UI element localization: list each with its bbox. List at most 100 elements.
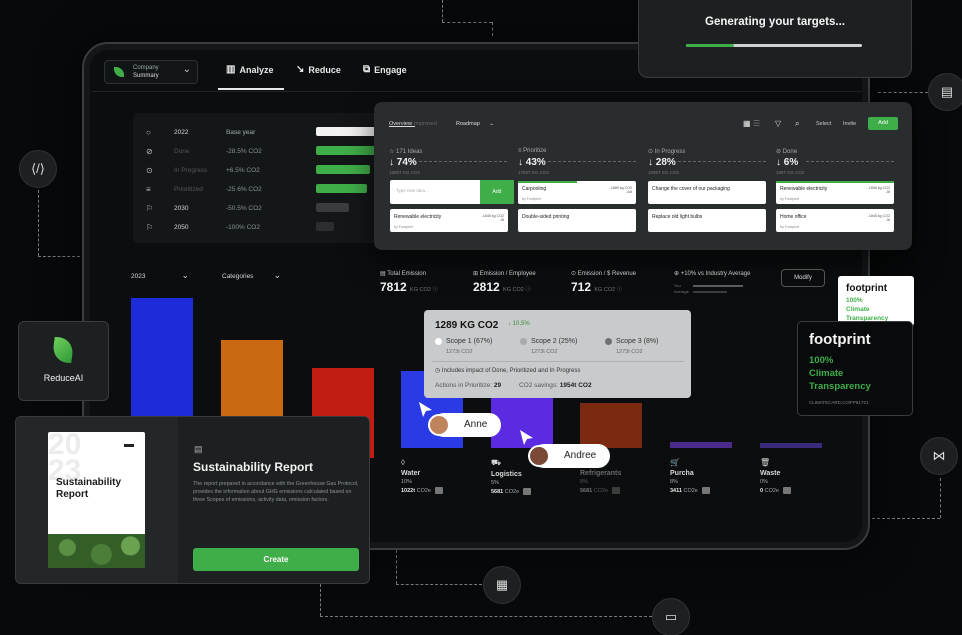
stat-header: ⊞ Emission / Employee — [473, 270, 536, 277]
company-select[interactable]: Company Summary ⌄ — [104, 60, 198, 84]
kanban-column-subtitle: 1885T KG CO2 — [389, 170, 420, 175]
idea-card[interactable]: Home office -1845 kg CO2 -5t by Footprint — [776, 209, 894, 232]
badge-line: Climate — [846, 306, 870, 313]
footprint-badge-lines: 100% Climate Transparency — [809, 354, 871, 393]
status-icon: ○ — [146, 127, 151, 137]
category-emission: 5681 CO2e — [580, 487, 621, 494]
idea-card-title: Change the cover of our packaging — [652, 186, 730, 192]
category-percent: 8% — [670, 479, 678, 485]
scope-name: Scope 3 (8%) — [616, 338, 659, 345]
generating-targets-card — [638, 0, 912, 78]
scope-value: 1273t CO2 — [446, 349, 473, 355]
tab-engage[interactable]: ⧉ Engage — [363, 64, 407, 75]
category-item[interactable]: 🗑 Waste 0% 0 CO2e — [760, 458, 791, 494]
clock-icon: ◷ — [435, 368, 441, 374]
stat-value: 2812 KG CO2 ⓘ — [473, 280, 531, 294]
category-emission-unit: CO2e — [416, 487, 431, 494]
report-cover-title: Sustainability Report — [56, 477, 122, 500]
building-icon[interactable]: ▦ — [483, 566, 521, 604]
info-icon: ⓘ — [430, 287, 438, 293]
kanban-column-subtitle: 1685T KG CO2 — [648, 170, 679, 175]
expand-icon[interactable] — [434, 487, 443, 494]
stat-value: 712 KG CO2 ⓘ — [571, 280, 622, 294]
chevron-down-icon: ⌄ — [181, 270, 190, 280]
category-item[interactable]: 🛒 Purcha 8% 3411 CO2e — [670, 458, 710, 494]
grid-view-icon[interactable]: ▦ — [743, 119, 751, 128]
industry-you-label: You — [674, 283, 681, 288]
tab-analyze[interactable]: ▥ Analyze — [226, 64, 273, 75]
expand-icon[interactable] — [612, 487, 621, 494]
category-emission-value: 3411 — [670, 487, 682, 494]
stat-unit: KG CO2 — [503, 287, 524, 293]
list-view-icon[interactable]: ☰ — [753, 119, 760, 128]
filter-icon[interactable]: ▽ — [775, 119, 781, 128]
search-icon[interactable]: ⌕ — [795, 119, 799, 129]
expand-icon[interactable] — [782, 487, 791, 494]
idea-card[interactable]: Carpooling -1889 kg CO2 -44t by Footprint — [518, 181, 636, 204]
timeline-value: -28.5% CO2 — [226, 147, 262, 155]
stat-value: 7812 KG CO2 ⓘ — [380, 280, 438, 294]
expand-icon[interactable] — [523, 488, 532, 495]
idea-card-meta: -1889 kg CO2 -44t — [609, 186, 632, 194]
stat-header: ⊙ Emission / $ Revenue — [571, 270, 636, 277]
add-button[interactable]: Add — [868, 117, 898, 130]
idea-card[interactable]: Renewable electricity -1846 kg CO2 -5t by … — [390, 209, 508, 232]
tab-reduce[interactable]: ↘ Reduce — [296, 64, 341, 75]
status-icon: ⊙ — [146, 165, 153, 175]
category-item[interactable]: ◊ Water 10% 1022t CO2e — [401, 458, 443, 494]
brand-logo-icon — [124, 441, 134, 447]
tab-engage-label: Engage — [374, 64, 407, 75]
idea-card[interactable]: Renewable electricity -1846 kg CO2 -5t by … — [776, 181, 894, 204]
stat-number: 2812 — [473, 280, 500, 294]
chevron-down-icon: ⌄ — [182, 64, 191, 75]
company-select-label: Company — [133, 65, 159, 71]
timeline-value: -50.5% CO2 — [226, 204, 262, 212]
categories-select[interactable]: Categories ⌄ — [222, 270, 281, 281]
category-emission-value: 5681 — [491, 488, 504, 495]
idea-card[interactable]: Double-sided printing — [518, 209, 636, 232]
modify-button[interactable]: Modify — [781, 269, 825, 287]
tab-analyze-label: Analyze — [239, 64, 274, 75]
idea-card[interactable]: Change the cover of our packaging — [648, 181, 766, 204]
timeline-row: ⚐ 2030 -50.5% CO2 — [146, 201, 306, 215]
category-name: Logistics — [491, 471, 522, 478]
category-percent: 10% — [401, 479, 413, 485]
active-tab-indicator — [389, 126, 415, 127]
year-select[interactable]: 2023 ⌄ — [131, 270, 189, 281]
tab-improved[interactable]: Improved — [414, 121, 437, 127]
idea-card-title: Replace old light bulbs — [652, 214, 703, 220]
info-icon: ⓘ — [523, 287, 531, 293]
stat-label: Total Emission — [387, 271, 426, 277]
category-item[interactable]: ⛟ Logistics 5% 5681 CO2e — [491, 458, 532, 495]
select-button[interactable]: Select — [816, 121, 831, 127]
report-description: The report prepared in accordance with t… — [193, 481, 359, 503]
idea-card-title: Double-sided printing — [522, 214, 570, 220]
expand-icon[interactable] — [701, 487, 710, 494]
stat-label: Emission / Employee — [479, 271, 536, 277]
category-percent: 5% — [491, 480, 499, 486]
roadmap-select[interactable]: Roadmap ⌄ — [456, 121, 494, 127]
idea-card-tag: by Footprint — [394, 225, 413, 229]
savings-value: 1954t CO2 — [559, 382, 592, 389]
document-icon: ▤ — [194, 444, 203, 454]
scope-delta: ↓ 10,5% — [508, 321, 530, 327]
browser-icon[interactable]: ▤ — [928, 73, 962, 111]
kanban-column-head: ⊙ In Progress — [648, 148, 685, 155]
category-name: Waste — [760, 470, 781, 477]
connector-line — [940, 478, 941, 518]
new-idea-add-button[interactable]: Add — [480, 180, 514, 204]
invite-button[interactable]: Invite — [843, 121, 856, 127]
store-icon[interactable]: ▭ — [652, 598, 690, 635]
network-icon[interactable]: ⋈ — [920, 437, 958, 475]
savings-label: CO2 savings: — [518, 382, 558, 389]
chart-bar — [760, 443, 822, 448]
connector-line — [396, 584, 482, 585]
kanban-column-subtitle: 1785T KG CO2 — [518, 170, 549, 175]
create-button[interactable]: Create — [193, 548, 359, 571]
idea-card[interactable]: Replace old light bulbs — [648, 209, 766, 232]
new-idea-input[interactable]: Type new idea... Add — [390, 180, 514, 204]
timeline-bar — [316, 203, 349, 212]
chart-bar — [670, 442, 732, 448]
code-icon[interactable]: ⟨/⟩ — [19, 150, 57, 188]
category-emission-value: 0 — [760, 487, 764, 494]
